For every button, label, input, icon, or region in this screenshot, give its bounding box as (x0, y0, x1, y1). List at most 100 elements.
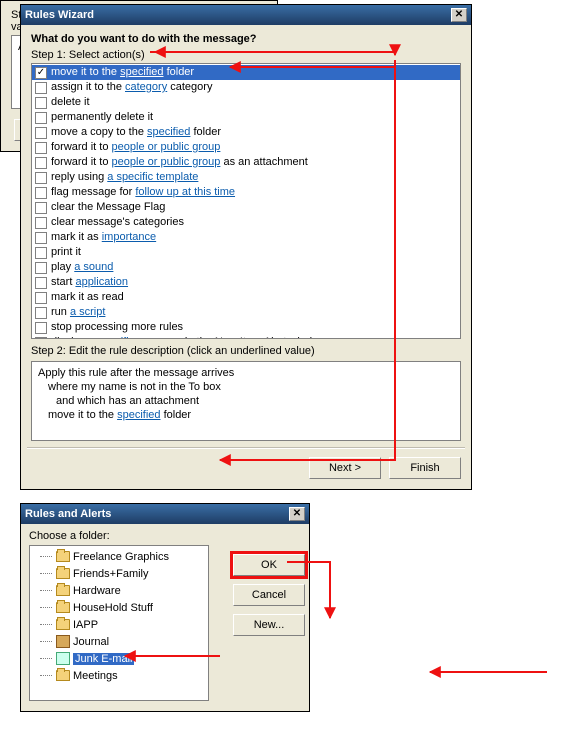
action-text: flag message for follow up at this time (51, 185, 235, 200)
action-param-link[interactable]: follow up at this time (135, 186, 235, 198)
folder-row[interactable]: Journal (32, 633, 206, 650)
step1-label: Step 1: Select action(s) (31, 49, 461, 61)
action-text: play a sound (51, 260, 113, 275)
checkbox[interactable] (35, 82, 47, 94)
ok-button[interactable]: OK (233, 554, 305, 576)
actions-list[interactable]: ✓move it to the specified folderassign i… (31, 63, 461, 339)
action-row[interactable]: clear message's categories (32, 215, 460, 230)
checkbox[interactable] (35, 97, 47, 109)
checkbox[interactable] (35, 187, 47, 199)
checkbox[interactable] (35, 172, 47, 184)
folder-row[interactable]: Friends+Family (32, 565, 206, 582)
folder-row[interactable]: IAPP (32, 616, 206, 633)
action-param-link[interactable]: specified (147, 126, 190, 138)
action-text: clear the Message Flag (51, 200, 165, 215)
rules-wizard-titlebar[interactable]: Rules Wizard ✕ (21, 5, 471, 25)
checkbox[interactable] (35, 322, 47, 334)
action-row[interactable]: mark it as importance (32, 230, 460, 245)
checkbox[interactable] (35, 217, 47, 229)
desc-line: where my name is not in the To box (38, 380, 454, 394)
folder-icon (56, 568, 70, 579)
junk-icon (56, 652, 70, 665)
checkbox[interactable] (35, 262, 47, 274)
checkbox[interactable] (35, 277, 47, 289)
action-text: start application (51, 275, 128, 290)
checkbox[interactable] (35, 202, 47, 214)
rules-wizard-dialog: Rules Wizard ✕ What do you want to do wi… (20, 4, 472, 490)
action-text: assign it to the category category (51, 80, 212, 95)
journal-icon (56, 635, 70, 648)
action-row[interactable]: mark it as read (32, 290, 460, 305)
checkbox[interactable]: ✓ (35, 67, 47, 79)
action-row[interactable]: run a script (32, 305, 460, 320)
action-row[interactable]: stop processing more rules (32, 320, 460, 335)
action-param-link[interactable]: a specific template (107, 171, 198, 183)
action-row[interactable]: reply using a specific template (32, 170, 460, 185)
action-param-link[interactable]: people or public group (112, 156, 221, 168)
checkbox[interactable] (35, 232, 47, 244)
folder-row[interactable]: Junk E-mail (32, 650, 206, 667)
action-row[interactable]: move a copy to the specified folder (32, 125, 460, 140)
finish-button[interactable]: Finish (389, 457, 461, 479)
close-icon[interactable]: ✕ (451, 8, 467, 22)
folder-icon (56, 585, 70, 596)
folder-label: Journal (73, 636, 109, 648)
action-param-link[interactable]: a script (70, 306, 105, 318)
close-icon[interactable]: ✕ (289, 507, 305, 521)
rules-wizard-title: Rules Wizard (25, 9, 94, 21)
cancel-button[interactable]: Cancel (233, 584, 305, 606)
action-row[interactable]: permanently delete it (32, 110, 460, 125)
action-text: run a script (51, 305, 105, 320)
action-row[interactable]: delete it (32, 95, 460, 110)
checkbox[interactable] (35, 307, 47, 319)
folder-label: Meetings (73, 670, 118, 682)
checkbox[interactable] (35, 142, 47, 154)
action-param-link[interactable]: a sound (74, 261, 113, 273)
next-button[interactable]: Next > (309, 457, 381, 479)
new-folder-button[interactable]: New... (233, 614, 305, 636)
checkbox[interactable] (35, 247, 47, 259)
action-param-link[interactable]: category (125, 81, 167, 93)
folder-label: Freelance Graphics (73, 551, 169, 563)
folder-row[interactable]: Hardware (32, 582, 206, 599)
action-text: clear message's categories (51, 215, 184, 230)
checkbox[interactable] (35, 127, 47, 139)
folder-label: Hardware (73, 585, 121, 597)
action-row[interactable]: play a sound (32, 260, 460, 275)
action-text: mark it as read (51, 290, 124, 305)
checkbox[interactable] (35, 292, 47, 304)
action-row[interactable]: ✓move it to the specified folder (32, 65, 460, 80)
folder-label: IAPP (73, 619, 98, 631)
folder-row[interactable]: Freelance Graphics (32, 548, 206, 565)
folder-picker-title: Rules and Alerts (25, 508, 111, 520)
step2-label: Step 2: Edit the rule description (click… (31, 345, 461, 357)
action-row[interactable]: assign it to the category category (32, 80, 460, 95)
action-text: reply using a specific template (51, 170, 198, 185)
folder-row[interactable]: HouseHold Stuff (32, 599, 206, 616)
choose-folder-label: Choose a folder: (29, 530, 301, 542)
action-row[interactable]: clear the Message Flag (32, 200, 460, 215)
action-param-link[interactable]: application (75, 276, 128, 288)
folder-picker-titlebar[interactable]: Rules and Alerts ✕ (21, 504, 309, 524)
checkbox[interactable] (35, 112, 47, 124)
action-text: forward it to people or public group as … (51, 155, 308, 170)
folder-tree[interactable]: Freelance Graphics Friends+Family Hardware… (29, 545, 209, 701)
folder-icon (56, 602, 70, 613)
action-row[interactable]: forward it to people or public group as … (32, 155, 460, 170)
action-row[interactable]: flag message for follow up at this time (32, 185, 460, 200)
specified-link[interactable]: specified (117, 409, 160, 421)
action-text: permanently delete it (51, 110, 153, 125)
question-text: What do you want to do with the message? (31, 33, 461, 45)
folder-label: Friends+Family (73, 568, 149, 580)
action-param-link[interactable]: people or public group (112, 141, 221, 153)
folder-label: HouseHold Stuff (73, 602, 153, 614)
folder-picker-dialog: Rules and Alerts ✕ Choose a folder: Free… (20, 503, 310, 712)
desc-line: Apply this rule after the message arrive… (38, 366, 454, 380)
action-param-link[interactable]: importance (102, 231, 156, 243)
folder-row[interactable]: Meetings (32, 667, 206, 684)
action-row[interactable]: forward it to people or public group (32, 140, 460, 155)
action-row[interactable]: start application (32, 275, 460, 290)
action-param-link[interactable]: specified (120, 66, 163, 78)
checkbox[interactable] (35, 157, 47, 169)
action-row[interactable]: print it (32, 245, 460, 260)
